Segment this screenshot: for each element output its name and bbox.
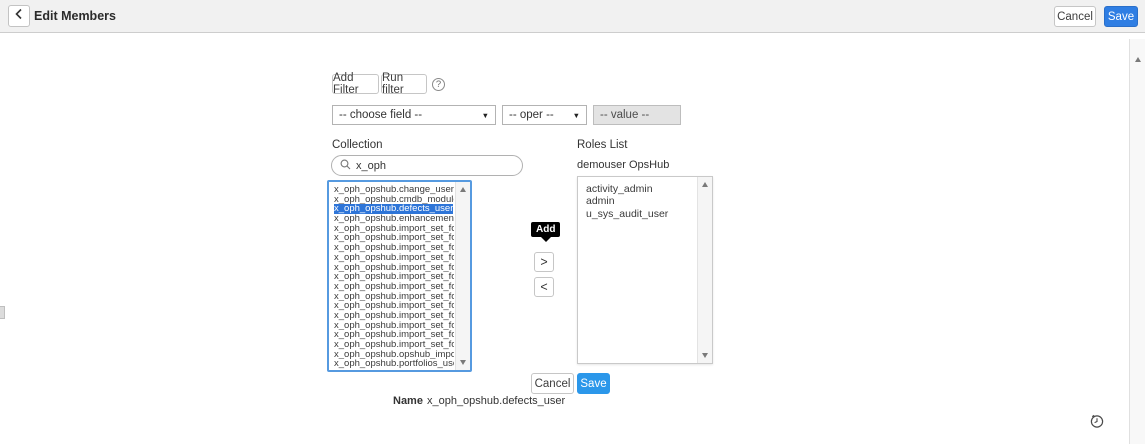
scroll-up-icon[interactable] [460, 187, 466, 192]
run-filter-button[interactable]: Run filter [381, 74, 427, 94]
help-icon[interactable]: ? [432, 78, 445, 91]
roles-listbox[interactable]: activity_admin admin u_sys_audit_user [577, 176, 713, 364]
panel-splitter-handle[interactable] [0, 306, 5, 319]
field-select[interactable]: -- choose field -- ▼ [332, 105, 496, 125]
name-label: Name [393, 395, 423, 407]
collection-option[interactable]: x_oph_opshub.import_set_for_pr [334, 292, 454, 302]
add-filter-button[interactable]: Add Filter [332, 74, 379, 94]
collection-option[interactable]: x_oph_opshub.change_user [334, 185, 454, 195]
value-input[interactable] [593, 105, 681, 125]
collection-option[interactable]: x_oph_opshub.import_set_for_er [334, 243, 454, 253]
collection-option[interactable]: x_oph_opshub.cmdb_module_us [334, 195, 454, 205]
name-row: Name x_oph_opshub.defects_user [393, 395, 565, 407]
roles-scrollbar[interactable] [697, 177, 712, 363]
roles-owner-label: demouser OpsHub [577, 159, 669, 171]
collection-label: Collection [332, 139, 383, 151]
role-option[interactable]: admin [586, 195, 697, 207]
collection-option-selected[interactable]: x_oph_opshub.defects_user [334, 204, 454, 214]
collection-option[interactable]: x_oph_opshub.import_set_for_cr [334, 224, 454, 234]
collection-search-input[interactable] [356, 160, 506, 172]
collection-option[interactable]: x_oph_opshub.import_set_for_pl [334, 282, 454, 292]
collection-option[interactable]: x_oph_opshub.import_set_for_fr [334, 263, 454, 273]
add-to-roles-button[interactable]: > [534, 252, 554, 272]
oper-select-value: -- oper -- [509, 109, 554, 121]
remove-from-roles-button[interactable]: < [534, 277, 554, 297]
scroll-down-icon[interactable] [702, 353, 708, 358]
roles-list-label: Roles List [577, 139, 628, 151]
collection-option[interactable]: x_oph_opshub.import_set_for_ex [334, 253, 454, 263]
collection-option[interactable]: x_oph_opshub.import_set_for_pr [334, 311, 454, 321]
collection-option[interactable]: x_oph_opshub.import_set_for_te [334, 340, 454, 350]
collection-option[interactable]: x_oph_opshub.import_set_for_st [334, 330, 454, 340]
chevron-down-icon: ▼ [573, 111, 580, 120]
name-value: x_oph_opshub.defects_user [427, 395, 565, 407]
add-tooltip: Add [531, 222, 560, 237]
scroll-up-icon[interactable] [702, 182, 708, 187]
collection-option-label: x_oph_opshub.defects_user [334, 204, 453, 214]
scroll-down-icon[interactable] [460, 360, 466, 365]
page-title: Edit Members [34, 0, 116, 32]
collection-option[interactable]: x_oph_opshub.import_set_for_de [334, 233, 454, 243]
oper-select[interactable]: -- oper -- ▼ [502, 105, 587, 125]
scroll-up-icon[interactable] [1135, 57, 1141, 62]
collection-listbox[interactable]: x_oph_opshub.change_user x_oph_opshub.cm… [327, 180, 472, 372]
collection-option[interactable]: x_oph_opshub.import_set_for_pr [334, 301, 454, 311]
footer-cancel-button[interactable]: Cancel [531, 373, 574, 394]
chevron-left-icon [14, 7, 24, 25]
field-select-value: -- choose field -- [339, 109, 422, 121]
collection-option[interactable]: x_oph_opshub.import_set_for_pa [334, 272, 454, 282]
role-option[interactable]: activity_admin [586, 183, 697, 195]
collection-option[interactable]: x_oph_opshub.opshub_import_s [334, 350, 454, 360]
header-save-button[interactable]: Save [1104, 6, 1138, 27]
collection-search[interactable] [331, 155, 523, 176]
top-bar: Edit Members Cancel Save [0, 0, 1145, 33]
collection-option[interactable]: x_oph_opshub.portfolios_user [334, 359, 454, 369]
clock-icon[interactable] [1089, 413, 1105, 429]
role-option[interactable]: u_sys_audit_user [586, 208, 697, 220]
chevron-down-icon: ▼ [482, 111, 489, 120]
header-cancel-button[interactable]: Cancel [1054, 6, 1096, 27]
footer-save-button[interactable]: Save [577, 373, 610, 394]
collection-option[interactable]: x_oph_opshub.import_set_for_sc [334, 321, 454, 331]
back-button[interactable] [8, 5, 30, 27]
page-scrollbar[interactable] [1129, 39, 1145, 444]
roles-options: activity_admin admin u_sys_audit_user [578, 177, 697, 363]
collection-option[interactable]: x_oph_opshub.enhancements_u [334, 214, 454, 224]
collection-options: x_oph_opshub.change_user x_oph_opshub.cm… [329, 182, 454, 370]
search-icon [340, 157, 351, 175]
edit-members-page: Edit Members Cancel Save Add Filter Run … [0, 0, 1145, 444]
collection-scrollbar[interactable] [455, 182, 470, 370]
